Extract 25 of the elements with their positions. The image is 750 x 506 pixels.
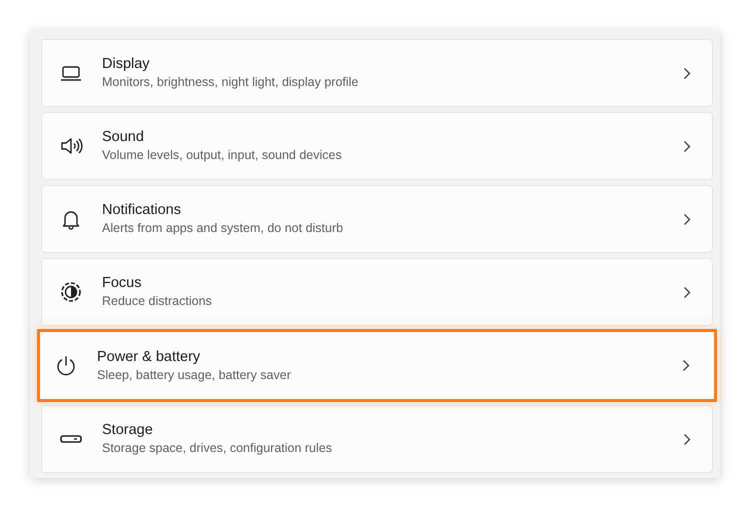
chevron-right-icon [683,140,691,152]
item-title: Display [102,55,151,74]
item-description: Volume levels, output, input, sound devices [102,147,343,164]
item-title: Focus [102,274,142,293]
item-description: Reduce distractions [102,293,213,310]
settings-item[interactable]: Display Monitors, brightness, night light, display profile [41,39,713,107]
item-description: Storage space, drives, configuration rules [102,440,333,457]
item-description: Monitors, brightness, night light, display profile [102,74,360,91]
item-description: Alerts from apps and system, do not disturb [102,220,344,237]
settings-item[interactable]: Focus Reduce distractions [41,258,713,326]
settings-item[interactable]: Sound Volume levels, output, input, sound devices [41,112,713,180]
item-title: Storage [102,421,154,440]
settings-item[interactable]: Storage Storage space, drives, configuration rules [41,405,713,473]
focus-icon [59,280,83,304]
chevron-right-icon [683,286,691,298]
item-title: Power & battery [97,348,202,366]
chevron-right-icon [682,359,690,372]
chevron-right-icon [683,432,691,446]
item-title: Sound [102,128,145,147]
chevron-right-icon [683,66,691,80]
chevron-right-icon [683,212,691,226]
item-title: Notifications [102,201,182,220]
item-description: Sleep, battery usage, battery saver [97,366,292,384]
settings-item[interactable]: Notifications Alerts from apps and system, do not disturb [41,185,713,253]
settings-item[interactable]: Power & battery Sleep, battery usage, battery saver [37,329,717,402]
